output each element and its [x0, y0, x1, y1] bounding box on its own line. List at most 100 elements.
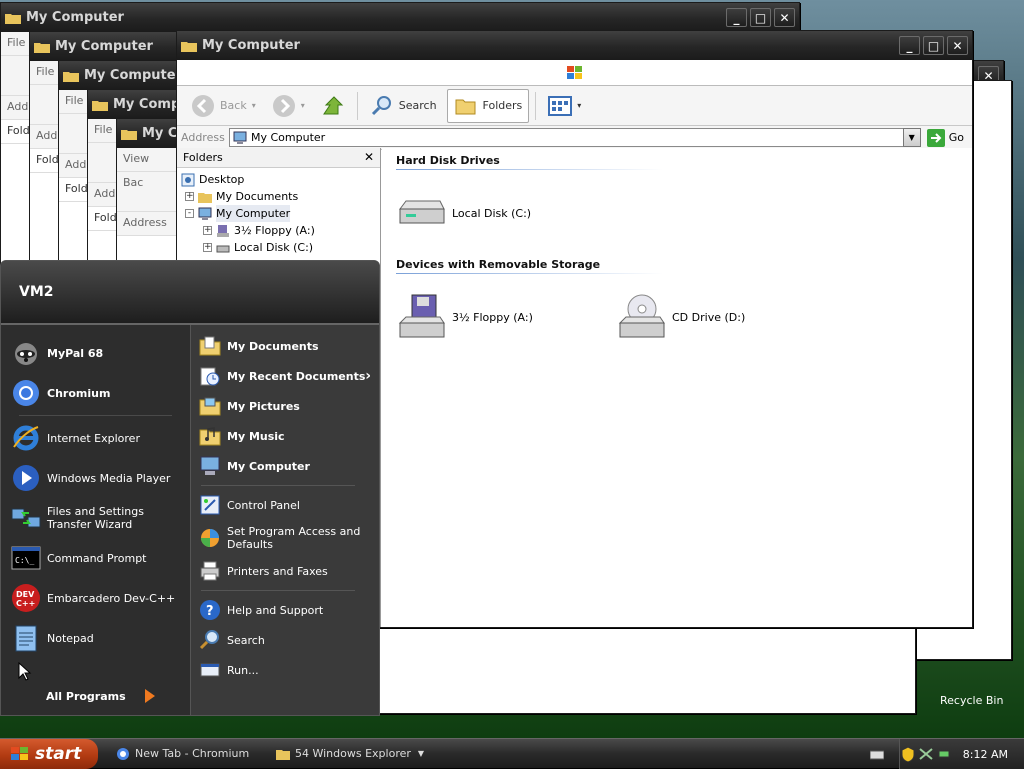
- folder-icon: [5, 13, 21, 24]
- start-place-my-music[interactable]: My Music: [191, 421, 379, 451]
- forward-button[interactable]: ▾: [266, 89, 311, 123]
- taskbar-button-explorer-group[interactable]: 54 Windows Explorer ▼: [270, 742, 430, 766]
- security-shield-icon[interactable]: [901, 746, 915, 762]
- start-item-transfer-wizard[interactable]: Files and Settings Transfer Wizard: [1, 498, 190, 538]
- search-icon: [199, 630, 219, 650]
- ie-icon: [13, 425, 39, 451]
- drive-floppy-a[interactable]: 3½ Floppy (A:): [398, 290, 618, 344]
- tree-item-local-disk[interactable]: + Local Disk (C:): [181, 239, 380, 256]
- tree-item-my-computer[interactable]: - My Computer: [181, 205, 380, 222]
- group-header-removable-storage: Devices with Removable Storage: [396, 252, 662, 274]
- address-input[interactable]: My Computer ▼: [229, 128, 921, 147]
- views-icon: [548, 95, 573, 116]
- minimize-button[interactable]: _: [899, 36, 920, 55]
- start-item-devcpp[interactable]: DEV C++ Embarcadero Dev-C++: [1, 578, 190, 618]
- window-title: My Computer: [26, 10, 124, 25]
- start-place-my-documents[interactable]: My Documents: [191, 331, 379, 361]
- start-item-media-player[interactable]: Windows Media Player: [1, 458, 190, 498]
- start-place-recent-documents[interactable]: My Recent Documents ›: [191, 361, 379, 391]
- run-icon: [200, 663, 220, 677]
- start-menu-separator: [19, 415, 172, 416]
- mypal-icon: [15, 343, 37, 365]
- start-item-mypal[interactable]: MyPal 68: [1, 333, 190, 373]
- tree-item-floppy[interactable]: + 3½ Floppy (A:): [181, 222, 380, 239]
- start-menu-separator: [201, 485, 355, 486]
- folder-icon: [276, 749, 290, 760]
- start-place-search[interactable]: Search: [191, 625, 379, 655]
- maximize-button[interactable]: □: [923, 36, 944, 55]
- title-bar[interactable]: My Computer _ □ ✕: [177, 31, 972, 60]
- transfer-wizard-icon: [11, 508, 41, 528]
- chevron-down-icon[interactable]: ▼: [902, 128, 921, 147]
- search-icon: [371, 95, 391, 115]
- start-place-printers[interactable]: Printers and Faxes: [191, 556, 379, 586]
- start-place-help[interactable]: ? Help and Support: [191, 595, 379, 625]
- folder-icon: [92, 100, 108, 111]
- go-button[interactable]: Go: [925, 128, 968, 147]
- folders-button[interactable]: Folders: [446, 88, 530, 123]
- all-programs-button[interactable]: All Programs: [1, 677, 190, 715]
- start-place-run[interactable]: Run...: [191, 655, 379, 685]
- expand-icon[interactable]: +: [185, 192, 194, 201]
- close-icon[interactable]: ✕: [364, 150, 374, 164]
- svg-text:C++: C++: [16, 599, 35, 608]
- views-button[interactable]: ▾: [542, 89, 587, 123]
- folder-pictures-icon: [199, 397, 221, 416]
- svg-text:?: ?: [206, 604, 214, 619]
- minimize-icon[interactable]: _: [726, 8, 747, 27]
- folder-tree: Desktop + My Documents - My Computer + 3…: [177, 168, 380, 256]
- windows-flag-icon: [567, 66, 582, 79]
- go-arrow-icon: [926, 128, 945, 147]
- drive-cd-d[interactable]: CD Drive (D:): [618, 290, 838, 344]
- start-place-my-pictures[interactable]: My Pictures: [191, 391, 379, 421]
- start-place-my-computer[interactable]: My Computer: [191, 451, 379, 481]
- start-menu-user-header: VM2: [1, 261, 379, 325]
- forward-arrow-icon: [272, 94, 295, 117]
- start-item-command-prompt[interactable]: C:\_ Command Prompt: [1, 538, 190, 578]
- address-label: Address: [181, 131, 225, 144]
- close-icon[interactable]: ✕: [774, 8, 795, 27]
- tree-item-desktop[interactable]: Desktop: [181, 171, 380, 188]
- control-panel-icon: [200, 495, 220, 515]
- window-title: My Computer: [202, 38, 300, 53]
- tree-item-my-documents[interactable]: + My Documents: [181, 188, 380, 205]
- up-folder-button[interactable]: [315, 89, 351, 123]
- taskbar: start New Tab - Chromium 54 Windows Expl…: [0, 738, 1024, 769]
- hard-disk-icon: [399, 200, 445, 224]
- maximize-icon[interactable]: □: [750, 8, 771, 27]
- folders-panel-header: Folders ✕: [177, 148, 380, 168]
- back-button[interactable]: Back ▾: [185, 89, 262, 123]
- recycle-bin-label[interactable]: Recycle Bin: [940, 694, 1003, 707]
- search-button[interactable]: Search: [364, 89, 443, 123]
- devcpp-icon: DEVC++: [12, 584, 40, 612]
- folder-icon: [34, 42, 50, 53]
- drive-local-disk-c[interactable]: Local Disk (C:): [398, 186, 618, 240]
- taskbar-button-chromium[interactable]: New Tab - Chromium: [110, 742, 260, 766]
- folder-docs-icon: [199, 336, 221, 356]
- network-icon[interactable]: [919, 747, 933, 761]
- start-item-notepad[interactable]: Notepad: [1, 618, 190, 658]
- safely-remove-icon[interactable]: [937, 747, 951, 761]
- start-place-control-panel[interactable]: Control Panel: [191, 490, 379, 520]
- start-button[interactable]: start: [0, 738, 98, 769]
- start-item-chromium[interactable]: Chromium: [1, 373, 190, 413]
- expand-icon[interactable]: +: [203, 243, 212, 252]
- mouse-cursor-icon: [18, 662, 32, 681]
- start-menu-right-column: My Documents My Recent Documents › My Pi…: [190, 325, 379, 715]
- start-place-program-access[interactable]: Set Program Access and Defaults: [191, 520, 379, 556]
- back-arrow-icon: [192, 94, 214, 117]
- start-item-internet-explorer[interactable]: Internet Explorer: [1, 418, 190, 458]
- desktop: ✕ Go My Computer _□✕ File Add Fold My Co…: [0, 0, 1024, 738]
- chromium-icon: [117, 747, 129, 760]
- expand-icon[interactable]: +: [203, 226, 212, 235]
- chromium-icon: [13, 380, 39, 406]
- close-button[interactable]: ✕: [947, 36, 968, 55]
- collapse-icon[interactable]: -: [185, 209, 194, 218]
- toolbar-separator: [535, 91, 537, 120]
- start-menu: VM2 MyPal 68 Chromium Internet Explorer …: [0, 260, 380, 716]
- chevron-down-icon: ▼: [417, 749, 424, 758]
- clock[interactable]: 8:12 AM: [963, 748, 1008, 761]
- desktop-icon: [181, 173, 195, 186]
- keyboard-icon: [870, 750, 884, 760]
- arrow-right-icon: [144, 689, 155, 703]
